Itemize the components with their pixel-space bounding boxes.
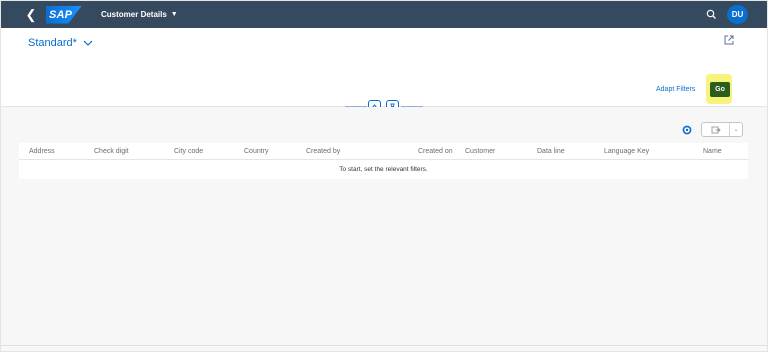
sap-logo[interactable]: SAP	[46, 5, 82, 24]
column-header[interactable]: Customer	[465, 148, 495, 155]
export-button[interactable]	[702, 123, 729, 136]
adapt-filters-button[interactable]: Adapt Filters	[656, 86, 695, 93]
export-menu-button[interactable]: ⌄	[729, 123, 742, 136]
column-header[interactable]: Country	[244, 148, 269, 155]
customer-table: Address Check digit City code Country Cr…	[19, 143, 748, 179]
column-header[interactable]: Name	[703, 148, 722, 155]
app-frame: ❮ SAP Customer Details ▼ DU Standard* Ad…	[0, 0, 768, 352]
share-icon[interactable]	[723, 34, 735, 46]
variant-name: Standard*	[28, 37, 77, 49]
export-button-group: ⌄	[701, 122, 743, 137]
no-data-row: To start, set the relevant filters.	[19, 160, 748, 179]
user-avatar[interactable]: DU	[727, 5, 748, 24]
column-header[interactable]: Created by	[306, 148, 340, 155]
go-button[interactable]: Go	[710, 82, 730, 97]
footer-divider	[1, 345, 767, 346]
column-header[interactable]: Language Key	[604, 148, 649, 155]
go-button-label: Go	[715, 86, 725, 93]
table-header: Address Check digit City code Country Cr…	[19, 143, 748, 160]
back-button[interactable]: ❮	[20, 4, 42, 26]
variant-selector[interactable]: Standard*	[28, 37, 93, 49]
chevron-down-icon	[83, 40, 93, 46]
avatar-initials: DU	[731, 10, 744, 19]
settings-icon[interactable]	[682, 125, 692, 135]
back-icon: ❮	[25, 6, 37, 22]
logo-text: SAP	[49, 8, 73, 21]
column-header[interactable]: City code	[174, 148, 203, 155]
export-icon	[711, 126, 721, 133]
caret-down-icon: ▼	[170, 11, 178, 18]
search-icon[interactable]	[705, 8, 718, 21]
app-title: Customer Details	[101, 10, 167, 19]
column-header[interactable]: Check digit	[94, 148, 129, 155]
shell-bar: ❮ SAP Customer Details ▼ DU	[1, 1, 767, 28]
app-title-menu[interactable]: Customer Details ▼	[101, 10, 178, 19]
no-data-text: To start, set the relevant filters.	[339, 166, 428, 173]
column-header[interactable]: Created on	[418, 148, 453, 155]
column-header[interactable]: Address	[29, 148, 55, 155]
column-header[interactable]: Data line	[537, 148, 565, 155]
export-chevron-icon: ⌄	[733, 127, 739, 133]
